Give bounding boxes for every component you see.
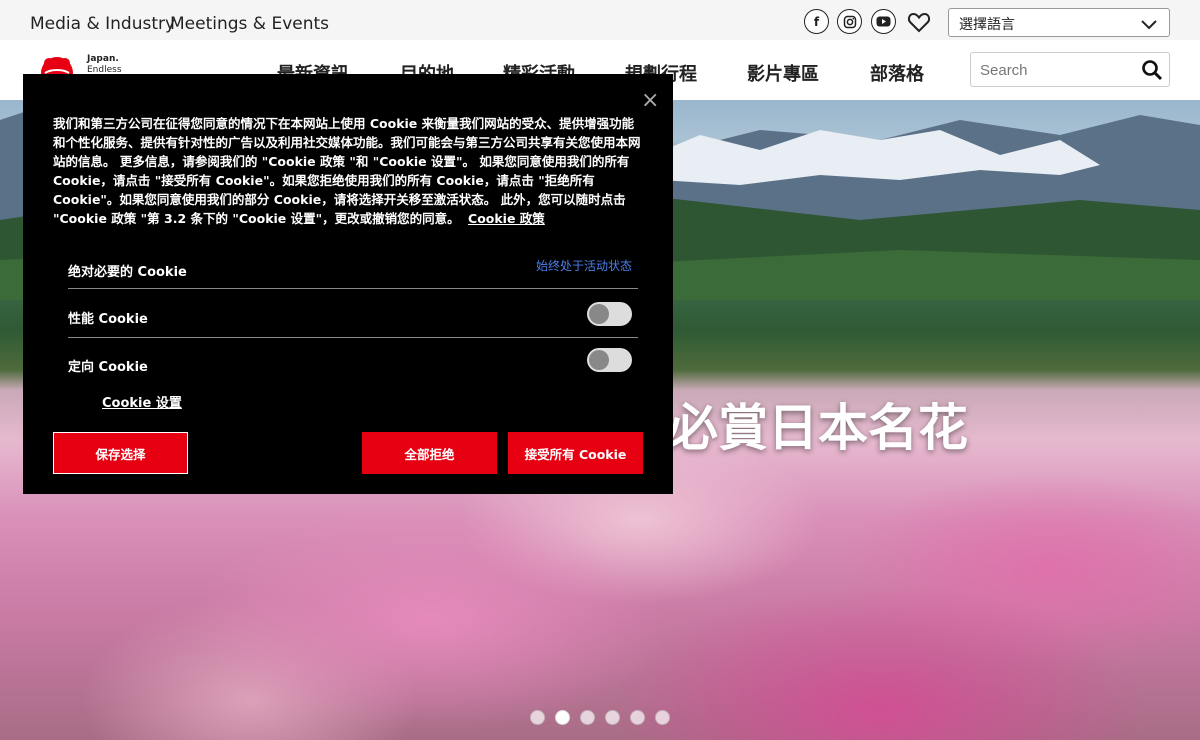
reject-all-button[interactable]: 全部拒绝	[362, 432, 497, 474]
search-input[interactable]	[980, 59, 1140, 81]
search-box	[970, 52, 1170, 87]
carousel-dot[interactable]	[655, 710, 670, 725]
hero-headline: 必賞日本名花	[668, 399, 968, 457]
carousel-dot[interactable]	[630, 710, 645, 725]
carousel-dot[interactable]	[580, 710, 595, 725]
search-icon[interactable]	[1141, 59, 1163, 81]
carousel-dot[interactable]	[605, 710, 620, 725]
media-industry-link[interactable]: Media & Industry	[30, 14, 175, 34]
logo-line-1: Japan.	[87, 54, 119, 64]
cookie-policy-link[interactable]: Cookie 政策	[468, 211, 545, 226]
accept-all-cookies-button[interactable]: 接受所有 Cookie	[508, 432, 643, 474]
cookie-row-label: 绝对必要的 Cookie	[68, 265, 187, 280]
meetings-events-link[interactable]: Meetings & Events	[170, 14, 329, 34]
carousel-dots	[530, 710, 670, 725]
nav-item-videos[interactable]: 影片專區	[747, 60, 819, 86]
close-icon[interactable]: ×	[641, 88, 659, 113]
nav-item-blog[interactable]: 部落格	[870, 60, 924, 86]
performance-cookie-toggle[interactable]	[587, 302, 632, 326]
cookie-row-label: 定向 Cookie	[68, 360, 148, 375]
language-select[interactable]: 選擇語言	[948, 8, 1170, 37]
toggle-knob	[589, 304, 609, 324]
save-choices-button[interactable]: 保存选择	[53, 432, 188, 474]
cookie-description: 我们和第三方公司在征得您同意的情况下在本网站上使用 Cookie 来衡量我们网站…	[53, 114, 645, 228]
toggle-knob	[589, 350, 609, 370]
targeting-cookie-toggle[interactable]	[587, 348, 632, 372]
cookie-row-label: 性能 Cookie	[68, 312, 148, 327]
cookie-row-targeting: 定向 Cookie	[68, 348, 638, 378]
cookie-settings-link[interactable]: Cookie 设置	[102, 392, 182, 411]
cookie-row-performance: 性能 Cookie	[68, 302, 638, 338]
cookie-consent-dialog: × 我们和第三方公司在征得您同意的情况下在本网站上使用 Cookie 来衡量我们…	[23, 74, 673, 494]
cookie-row-necessary: 绝对必要的 Cookie 始终处于活动状态	[68, 259, 638, 289]
logo-text: Japan. Endless	[87, 54, 122, 76]
language-select-value: 選擇語言	[959, 17, 1015, 33]
youtube-icon[interactable]	[871, 9, 896, 34]
carousel-dot-active[interactable]	[555, 710, 570, 725]
chevron-down-icon	[1141, 16, 1157, 30]
carousel-dot[interactable]	[530, 710, 545, 725]
favorites-heart-icon[interactable]	[906, 9, 932, 35]
cookie-description-text: 我们和第三方公司在征得您同意的情况下在本网站上使用 Cookie 来衡量我们网站…	[53, 116, 641, 226]
facebook-icon[interactable]: f	[804, 9, 829, 34]
always-active-status: 始终处于活动状态	[535, 259, 632, 273]
utility-bar: Media & Industry Meetings & Events f 選擇語…	[0, 0, 1200, 40]
instagram-icon[interactable]	[837, 9, 862, 34]
